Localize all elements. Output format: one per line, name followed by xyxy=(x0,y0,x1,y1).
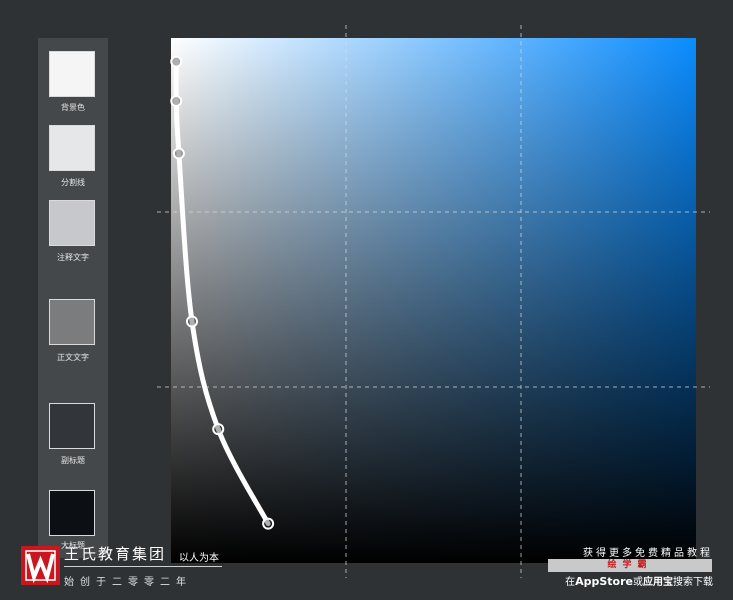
tone-curve xyxy=(173,59,271,527)
curve-overlay xyxy=(157,25,710,578)
promo-suffix: 搜索下载 xyxy=(673,577,713,588)
brand-divider xyxy=(64,566,222,567)
promo-line-2: 在AppStore或应用宝搜索下载 xyxy=(565,573,713,588)
grid-lines xyxy=(157,25,710,578)
brand-name: 王氏教育集团 xyxy=(64,545,167,563)
curve-handle-4[interactable] xyxy=(186,315,198,328)
brand-logo xyxy=(21,546,60,585)
brand-motto: 以人为本 xyxy=(179,553,219,564)
promo-yingyongbao: 应用宝 xyxy=(643,577,673,588)
promo-appstore: AppStore xyxy=(575,575,633,588)
curve-handle-6[interactable] xyxy=(262,517,275,530)
curve-handle-5[interactable] xyxy=(212,423,225,436)
brand-since: 始创于二零零二年 xyxy=(64,577,192,588)
brand-logo-icon xyxy=(25,550,56,584)
promo-prefix: 在 xyxy=(565,577,576,588)
promo-or: 或 xyxy=(633,577,643,588)
promo-line-1: 获得更多免费精品教程 xyxy=(583,548,713,559)
curve-handle-2[interactable] xyxy=(170,95,183,107)
curve-handle-3[interactable] xyxy=(172,147,185,160)
curve-handle-1[interactable] xyxy=(170,55,183,68)
promo-badge: 绘学霸 xyxy=(548,559,712,572)
